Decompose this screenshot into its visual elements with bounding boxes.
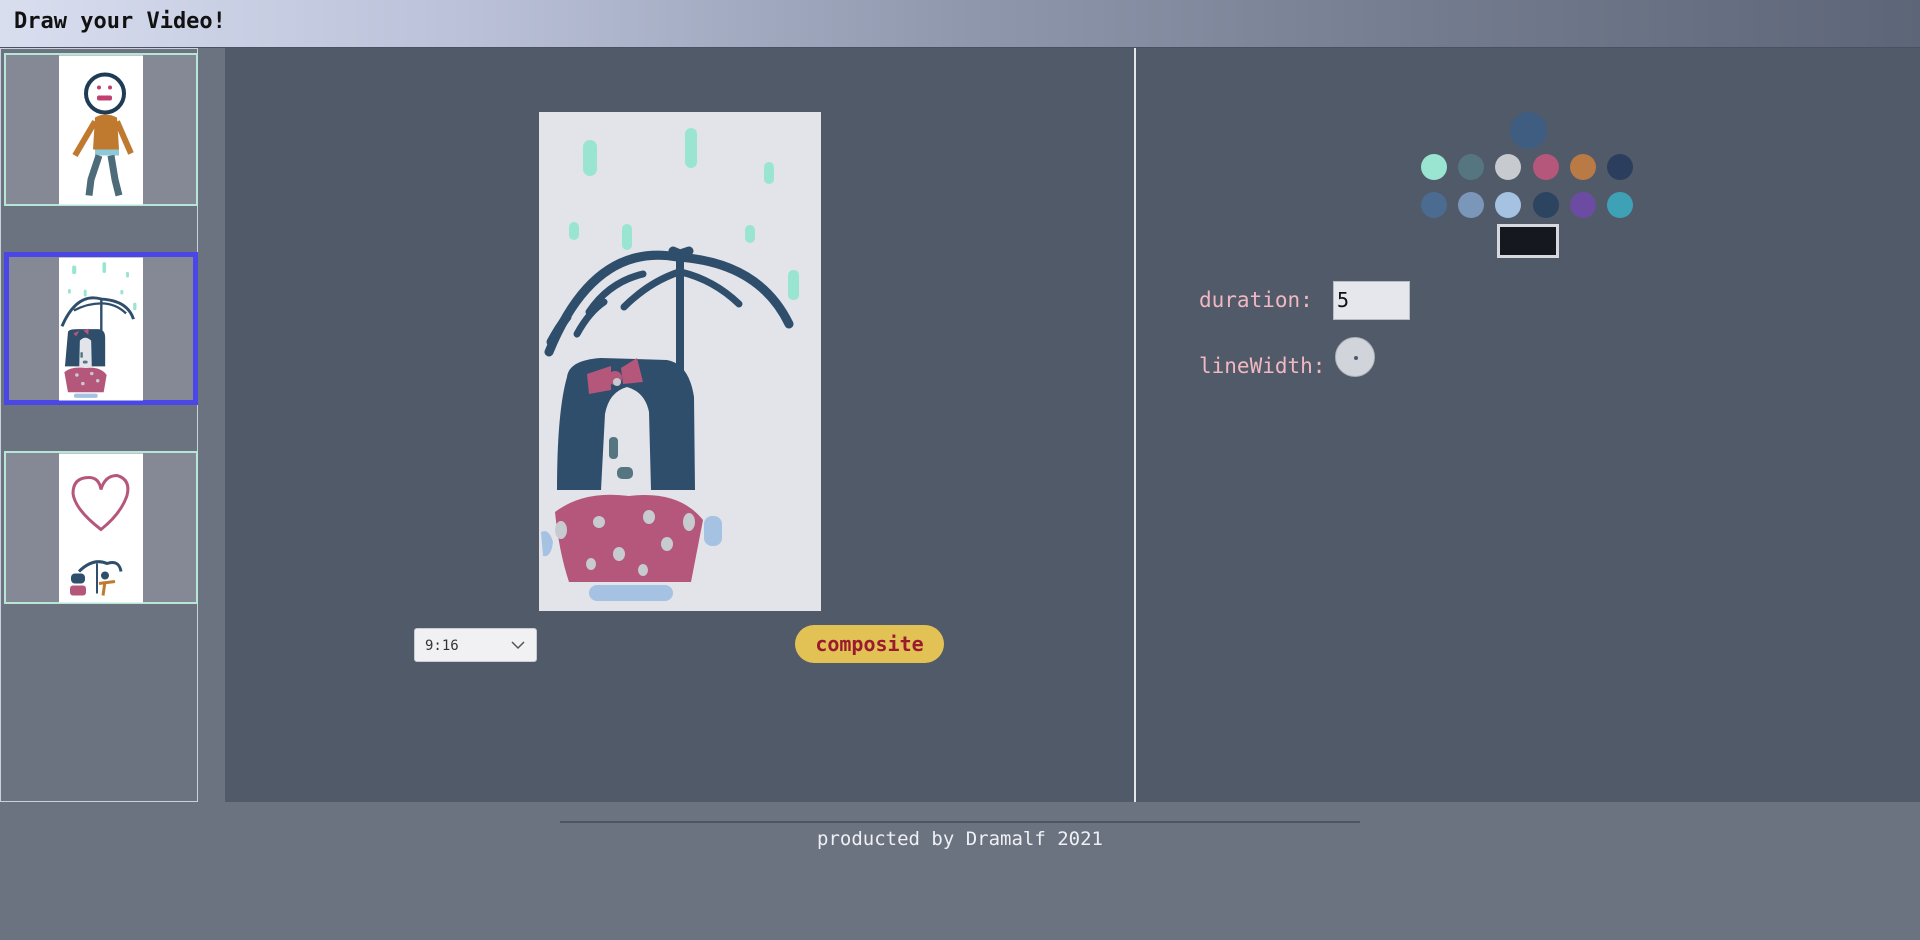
color-swatch-4[interactable] (1532, 154, 1559, 180)
duration-input[interactable]: 5 (1333, 281, 1410, 320)
app-header: Draw your Video! (0, 0, 1920, 48)
linewidth-control[interactable] (1335, 337, 1375, 377)
frame-thumbnail-1[interactable] (4, 53, 198, 206)
frame-1-drawing (59, 55, 143, 204)
footer-divider (560, 821, 1360, 823)
drawing-canvas[interactable] (539, 112, 821, 611)
frame-3-drawing (59, 453, 143, 602)
color-swatch-10[interactable] (1532, 192, 1559, 218)
color-swatch-6[interactable] (1607, 154, 1633, 180)
frames-sidebar (0, 48, 198, 802)
tools-panel (1136, 48, 1920, 802)
color-swatch-7[interactable] (1421, 192, 1447, 218)
frame-thumbnail-3[interactable] (4, 451, 198, 604)
linewidth-label: lineWidth: (1199, 354, 1326, 378)
color-swatch-1[interactable] (1421, 154, 1447, 180)
color-swatch-2[interactable] (1458, 154, 1485, 180)
aspect-ratio-select[interactable]: 9:16 (414, 628, 537, 662)
selected-color-indicator (1510, 112, 1547, 149)
color-swatch-5[interactable] (1569, 154, 1596, 180)
frame-thumbnail-2[interactable] (4, 252, 198, 405)
color-swatch-8[interactable] (1458, 192, 1485, 218)
sidebar-gutter (199, 48, 225, 802)
frame-2-drawing (59, 257, 143, 400)
composite-button[interactable]: composite (795, 625, 944, 663)
footer-credit: producted by Dramalf 2021 (817, 828, 1103, 850)
chevron-down-icon (511, 641, 525, 650)
editor-area: 9:16 composite (225, 48, 1134, 802)
duration-label: duration: (1199, 288, 1313, 312)
color-picker[interactable] (1497, 224, 1559, 258)
color-swatch-11[interactable] (1569, 192, 1596, 218)
linewidth-indicator (1354, 356, 1358, 360)
aspect-ratio-value: 9:16 (425, 638, 459, 654)
app-title: Draw your Video! (14, 9, 226, 34)
color-swatch-12[interactable] (1607, 192, 1633, 218)
